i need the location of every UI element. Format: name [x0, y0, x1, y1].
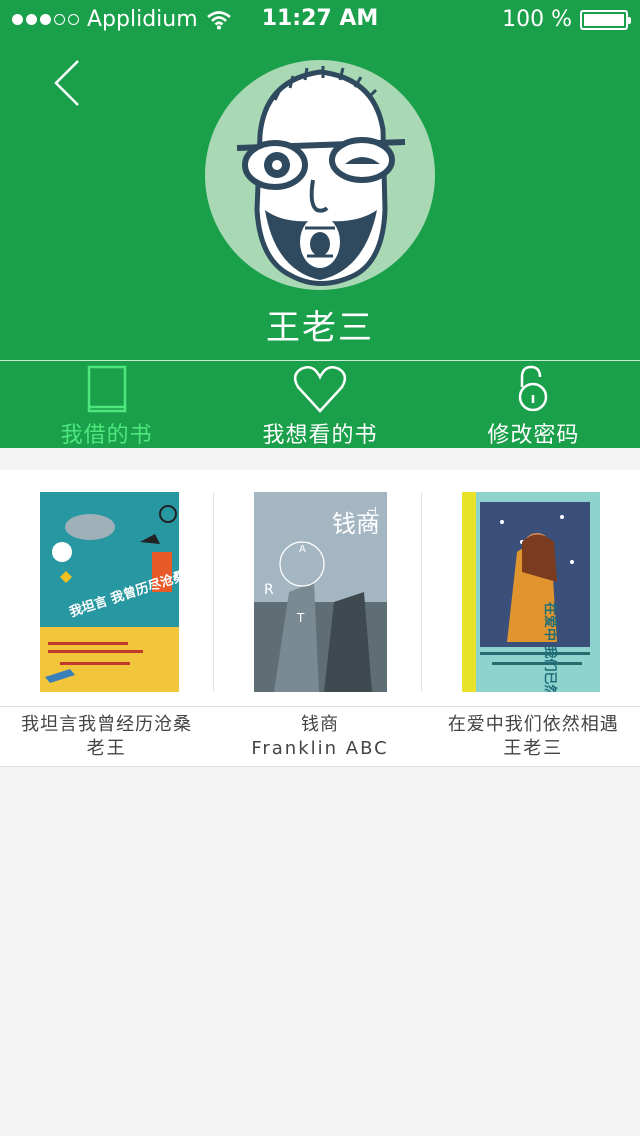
book-title: 在爱中我们依然相遇: [447, 714, 619, 735]
book-cover-art: R T A 钱商 THE: [254, 492, 388, 692]
book-author: 老王: [86, 738, 127, 759]
avatar[interactable]: [205, 60, 435, 290]
book-author: 王老三: [503, 738, 564, 759]
book-icon: [87, 365, 126, 413]
profile-header: Applidium 11:27 AM 100 % 王老三 我借的书 我想看的书 …: [0, 0, 640, 448]
book-cover-title: 在爱中 我们已然 相遇: [542, 602, 558, 692]
book-separator: [421, 492, 423, 692]
book-cover-cell[interactable]: 我坦言 我曾历尽沧桑: [0, 470, 214, 706]
username: 王老三: [266, 308, 374, 348]
svg-text:A: A: [299, 544, 306, 555]
profile-tabs: 我借的书 我想看的书 修改密码: [0, 361, 640, 448]
tab-change-password[interactable]: 修改密码: [427, 361, 640, 448]
tab-label: 我借的书: [60, 423, 153, 448]
lock-icon: [519, 365, 548, 412]
book-cover-cell[interactable]: R T A 钱商 THE: [213, 470, 426, 706]
book-cover-cell[interactable]: 在爱中 我们已然 相遇: [427, 470, 640, 706]
book-info[interactable]: 在爱中我们依然相遇 王老三: [427, 707, 640, 766]
tab-label: 我想看的书: [262, 423, 378, 448]
svg-text:T: T: [296, 611, 305, 625]
battery-icon: [580, 9, 631, 30]
tab-label: 修改密码: [487, 423, 580, 448]
book-cover-art: 在爱中 我们已然 相遇: [461, 492, 600, 692]
battery-percent: 100 %: [502, 7, 572, 32]
book-cover: 在爱中 我们已然 相遇: [461, 492, 600, 692]
book-info-row: 我坦言我曾经历沧桑 老王 钱商 Franklin ABC 在爱中我们依然相遇 王…: [0, 706, 640, 767]
tab-wishlist-books[interactable]: 我想看的书: [213, 361, 426, 448]
svg-text:R: R: [264, 582, 274, 598]
back-arrow-icon[interactable]: [48, 58, 88, 108]
book-cover-side-text: THE: [365, 506, 378, 529]
book-info[interactable]: 我坦言我曾经历沧桑 老王: [0, 707, 213, 766]
book-cover: R T A 钱商 THE: [254, 492, 388, 692]
book-info[interactable]: 钱商 Franklin ABC: [213, 707, 426, 766]
book-cover-art: 我坦言 我曾历尽沧桑: [40, 492, 179, 692]
book-author: Franklin ABC: [251, 738, 389, 759]
avatar-face-illustration: [236, 66, 406, 286]
book-cover: 我坦言 我曾历尽沧桑: [40, 492, 179, 692]
battery-level: [584, 13, 624, 26]
status-right: 100 %: [502, 7, 631, 32]
heart-icon: [293, 366, 347, 413]
status-bar: Applidium 11:27 AM 100 %: [0, 0, 640, 40]
tab-borrowed-books[interactable]: 我借的书: [0, 361, 213, 448]
book-title: 我坦言我曾经历沧桑: [21, 714, 193, 735]
book-list: 我坦言 我曾历尽沧桑 R T A 钱商 THE 在爱中 我们已然 相遇: [0, 470, 640, 706]
book-title: 钱商: [300, 714, 339, 735]
